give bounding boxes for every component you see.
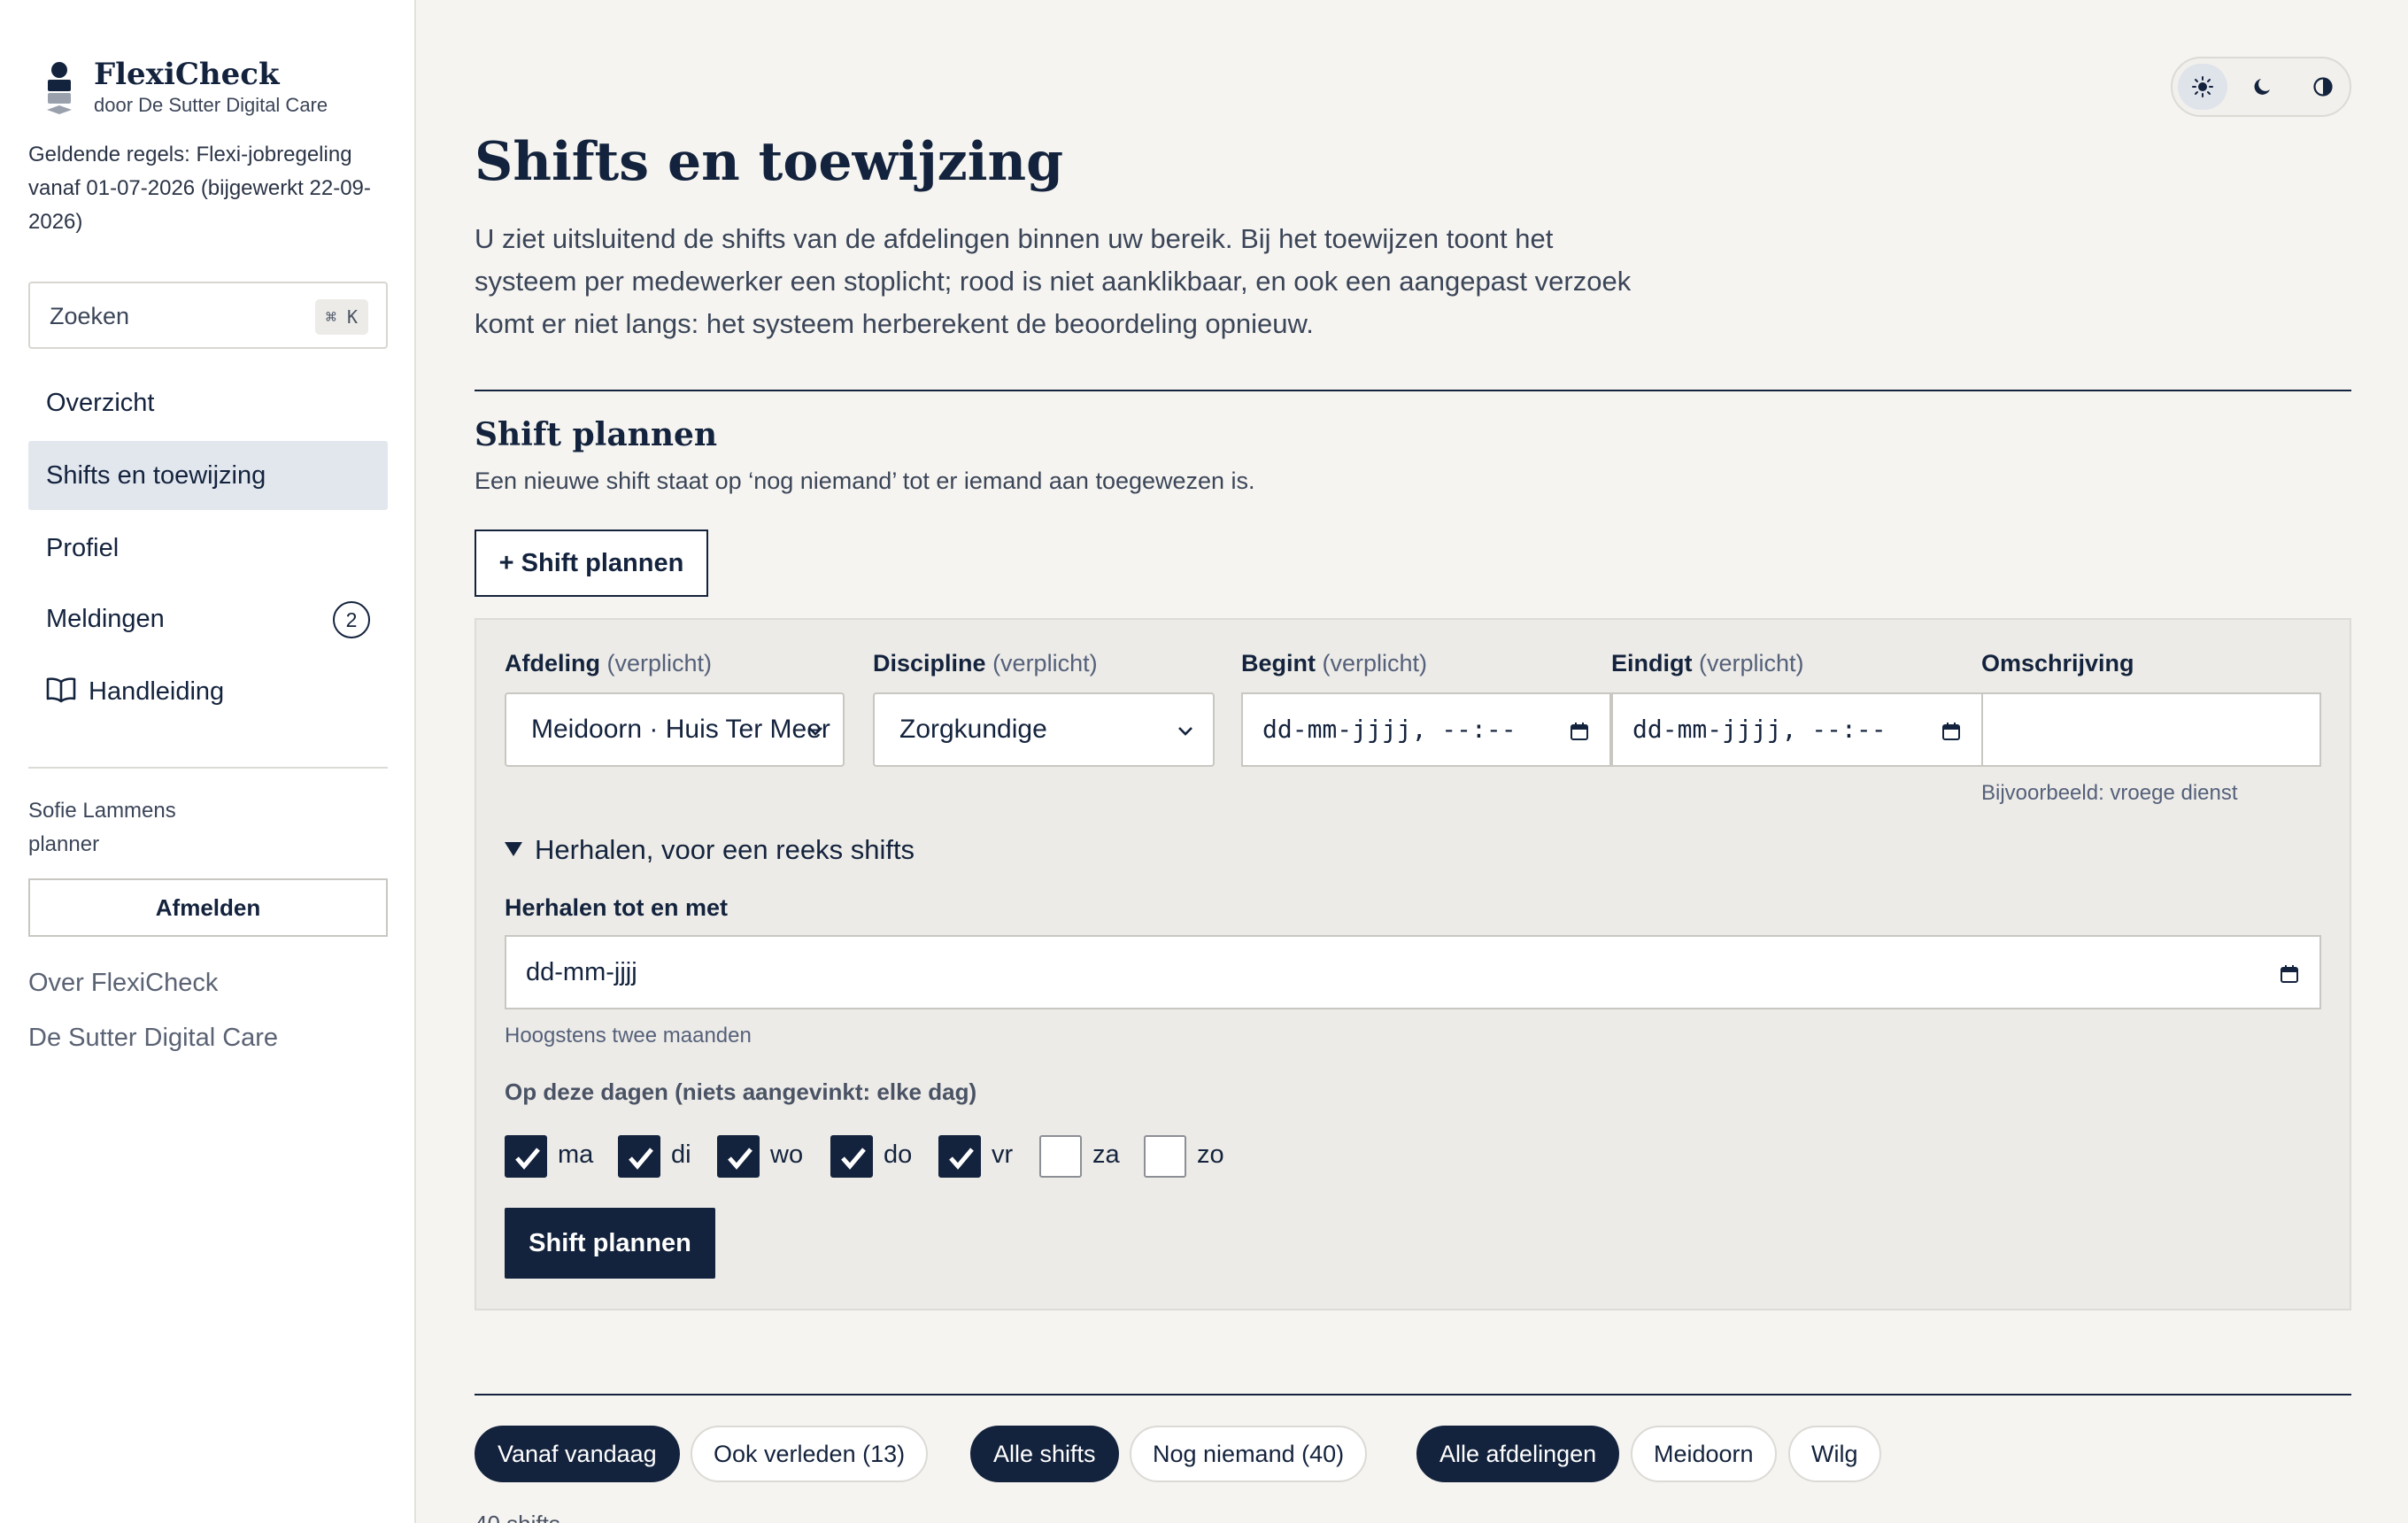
chevron-down-icon bbox=[808, 727, 822, 736]
afdeling-label: Afdeling (verplicht) bbox=[505, 650, 713, 676]
day-label: di bbox=[671, 1140, 691, 1169]
days-label: Op deze dagen (niets aangevinkt: elke da… bbox=[505, 1078, 977, 1105]
calendar-icon[interactable] bbox=[1569, 721, 1590, 742]
nav-item-profiel[interactable]: Profiel bbox=[28, 514, 388, 583]
nav-label: Overzicht bbox=[46, 389, 155, 417]
filter-ook-verleden[interactable]: Ook verleden (13) bbox=[691, 1426, 929, 1482]
check-icon bbox=[629, 1148, 653, 1170]
filter-meidoorn[interactable]: Meidoorn bbox=[1631, 1426, 1777, 1482]
brand-subtitle: door De Sutter Digital Care bbox=[94, 94, 328, 116]
book-icon bbox=[46, 677, 76, 703]
page-title: Shifts en toewijzing bbox=[475, 131, 1064, 193]
day-label: vr bbox=[992, 1140, 1014, 1169]
check-icon bbox=[515, 1148, 540, 1170]
check-icon bbox=[949, 1148, 974, 1170]
shift-count: 40 shifts bbox=[475, 1511, 560, 1523]
checkbox-unchecked[interactable] bbox=[1144, 1135, 1186, 1178]
repeat-until-placeholder: dd-mm-jjjj bbox=[526, 958, 637, 986]
nav-item-meldingen[interactable]: Meldingen 2 bbox=[28, 584, 388, 653]
afdeling-value: Meidoorn · Huis Ter Meer bbox=[531, 715, 830, 744]
brand-name: FlexiCheck bbox=[94, 57, 280, 92]
begint-placeholder: dd-mm-jjjj, --:-- bbox=[1262, 715, 1517, 744]
sun-icon bbox=[2192, 76, 2213, 97]
filters-divider bbox=[475, 1394, 2351, 1395]
checkbox-checked[interactable] bbox=[717, 1135, 760, 1178]
nav-item-handleiding[interactable]: Handleiding bbox=[28, 657, 388, 726]
nav-item-shifts[interactable]: Shifts en toewijzing bbox=[28, 441, 388, 510]
sidebar: FlexiCheck door De Sutter Digital Care G… bbox=[0, 0, 416, 1523]
user-role: planner bbox=[28, 832, 100, 856]
repeat-disclosure[interactable]: Herhalen, voor een reeks shifts bbox=[505, 834, 915, 866]
repeat-until-date-input[interactable]: dd-mm-jjjj bbox=[505, 935, 2321, 1009]
link-over-flexicheck[interactable]: Over FlexiCheck bbox=[28, 969, 218, 998]
shortcut-hint: ⌘ K bbox=[314, 299, 368, 335]
check-icon bbox=[728, 1148, 752, 1170]
filter-nog-niemand[interactable]: Nog niemand (40) bbox=[1130, 1426, 1368, 1482]
checkbox-checked[interactable] bbox=[505, 1135, 547, 1178]
omschrijving-hint: Bijvoorbeeld: vroege dienst bbox=[1981, 781, 2238, 805]
logo-icon bbox=[47, 62, 72, 114]
user-name: Sofie Lammens bbox=[28, 799, 176, 823]
nav-item-overzicht[interactable]: Overzicht bbox=[28, 368, 388, 437]
logout-button[interactable]: Afmelden bbox=[28, 878, 388, 937]
notification-badge: 2 bbox=[333, 601, 370, 638]
repeat-until-label: Herhalen tot en met bbox=[505, 894, 729, 921]
light-theme-button[interactable] bbox=[2178, 64, 2227, 110]
dark-theme-button[interactable] bbox=[2238, 64, 2288, 110]
afdeling-select[interactable]: Meidoorn · Huis Ter Meer bbox=[505, 692, 845, 767]
section-subtitle: Een nieuwe shift staat op ‘nog niemand’ … bbox=[475, 468, 1255, 494]
filter-wilg[interactable]: Wilg bbox=[1788, 1426, 1881, 1482]
search-label: Zoeken bbox=[50, 303, 130, 329]
checkbox-checked[interactable] bbox=[830, 1135, 873, 1178]
page-intro: U ziet uitsluitend de shifts van de afde… bbox=[475, 223, 1632, 339]
checkbox-checked[interactable] bbox=[618, 1135, 660, 1178]
checkbox-checked[interactable] bbox=[938, 1135, 981, 1178]
rules-notice: Geldende regels: Flexi-jobregeling vanaf… bbox=[28, 143, 371, 234]
check-icon bbox=[841, 1148, 866, 1170]
nav-label: Profiel bbox=[46, 534, 120, 562]
chevron-down-icon bbox=[1178, 727, 1192, 736]
toggle-plan-form-button[interactable]: + Shift plannen bbox=[475, 530, 708, 597]
section-title: Shift plannen bbox=[475, 416, 718, 453]
search-input[interactable]: Zoeken ⌘ K bbox=[28, 282, 388, 349]
repeat-until-hint: Hoogstens twee maanden bbox=[505, 1024, 752, 1048]
checkbox-unchecked[interactable] bbox=[1039, 1135, 1082, 1178]
sidebar-divider bbox=[28, 767, 388, 769]
calendar-icon[interactable] bbox=[2279, 963, 2300, 985]
day-label: do bbox=[884, 1140, 913, 1169]
omschrijving-input[interactable] bbox=[1981, 692, 2321, 767]
eindigt-datetime-input[interactable]: dd-mm-jjjj, --:-- bbox=[1611, 692, 1983, 767]
discipline-label: Discipline (verplicht) bbox=[873, 650, 1098, 676]
moon-icon bbox=[2254, 79, 2270, 95]
filter-vanaf-vandaag[interactable]: Vanaf vandaag bbox=[475, 1426, 680, 1482]
day-label: za bbox=[1092, 1140, 1120, 1169]
calendar-icon[interactable] bbox=[1941, 721, 1962, 742]
eindigt-label: Eindigt (verplicht) bbox=[1611, 650, 1804, 676]
theme-switcher bbox=[2171, 57, 2351, 117]
contrast-theme-button[interactable] bbox=[2298, 64, 2348, 110]
nav-label: Shifts en toewijzing bbox=[46, 461, 266, 490]
day-label: ma bbox=[558, 1140, 594, 1169]
begint-datetime-input[interactable]: dd-mm-jjjj, --:-- bbox=[1241, 692, 1611, 767]
begint-label: Begint (verplicht) bbox=[1241, 650, 1428, 676]
eindigt-placeholder: dd-mm-jjjj, --:-- bbox=[1632, 715, 1887, 744]
link-de-sutter[interactable]: De Sutter Digital Care bbox=[28, 1024, 278, 1053]
day-label: wo bbox=[770, 1140, 804, 1169]
repeat-summary: Herhalen, voor een reeks shifts bbox=[535, 834, 915, 865]
section-divider bbox=[475, 390, 2351, 391]
contrast-icon bbox=[2313, 77, 2333, 97]
omschrijving-label: Omschrijving bbox=[1981, 650, 2134, 676]
discipline-value: Zorgkundige bbox=[899, 715, 1047, 744]
nav-label: Meldingen bbox=[46, 605, 165, 633]
nav-label: Handleiding bbox=[89, 677, 225, 706]
filter-alle-shifts[interactable]: Alle shifts bbox=[970, 1426, 1119, 1482]
day-label: zo bbox=[1197, 1140, 1224, 1169]
triangle-down-icon bbox=[505, 841, 522, 856]
filter-alle-afdelingen[interactable]: Alle afdelingen bbox=[1416, 1426, 1620, 1482]
brand[interactable]: FlexiCheck door De Sutter Digital Care bbox=[44, 57, 398, 119]
submit-shift-button[interactable]: Shift plannen bbox=[505, 1208, 715, 1279]
discipline-select[interactable]: Zorgkundige bbox=[873, 692, 1215, 767]
